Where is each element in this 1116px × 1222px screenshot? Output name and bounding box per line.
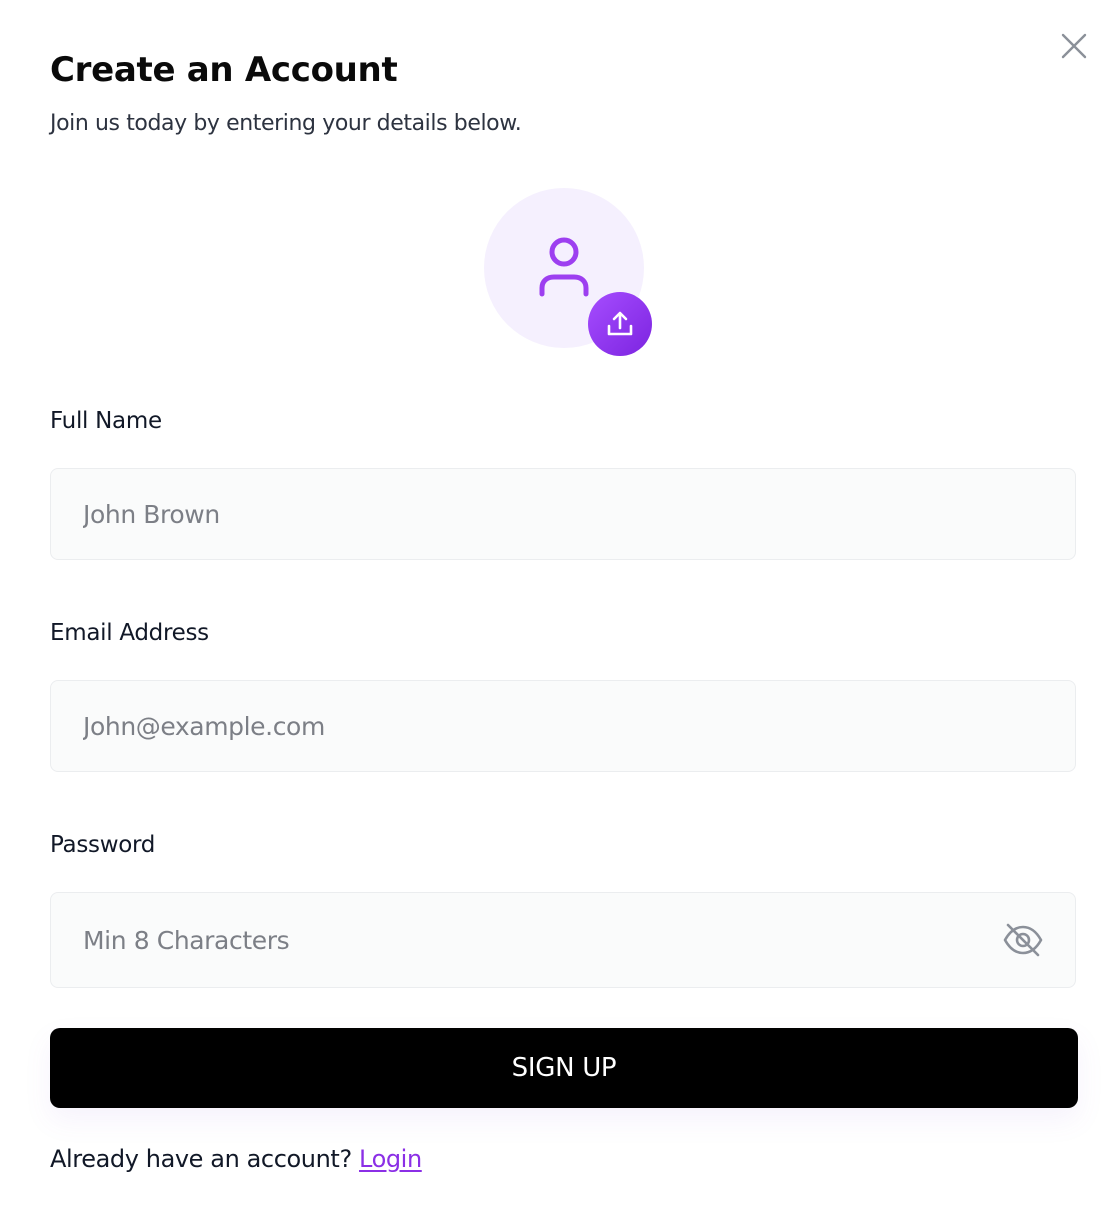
password-label: Password (50, 832, 156, 858)
full-name-label: Full Name (50, 408, 162, 434)
login-prompt-text: Already have an account? (50, 1145, 352, 1173)
full-name-input[interactable] (83, 469, 963, 559)
email-label: Email Address (50, 620, 209, 646)
upload-photo-button[interactable] (588, 292, 652, 356)
close-button[interactable] (1056, 28, 1092, 64)
toggle-password-visibility-button[interactable] (1001, 920, 1045, 960)
dialog-title: Create an Account (50, 50, 398, 90)
email-input[interactable] (83, 681, 963, 771)
full-name-field[interactable] (50, 468, 1076, 560)
login-link[interactable]: Login (359, 1145, 422, 1173)
sign-up-button[interactable]: SIGN UP (50, 1028, 1078, 1108)
email-field[interactable] (50, 680, 1076, 772)
eye-off-icon (1003, 923, 1043, 957)
signup-dialog: Create an Account Join us today by enter… (0, 0, 1116, 1222)
password-field[interactable] (50, 892, 1076, 988)
upload-icon (607, 311, 633, 336)
password-input[interactable] (83, 893, 963, 987)
close-icon (1061, 33, 1087, 59)
user-icon (539, 237, 589, 297)
login-prompt: Already have an account? Login (50, 1143, 422, 1175)
dialog-subtitle: Join us today by entering your details b… (50, 111, 522, 136)
